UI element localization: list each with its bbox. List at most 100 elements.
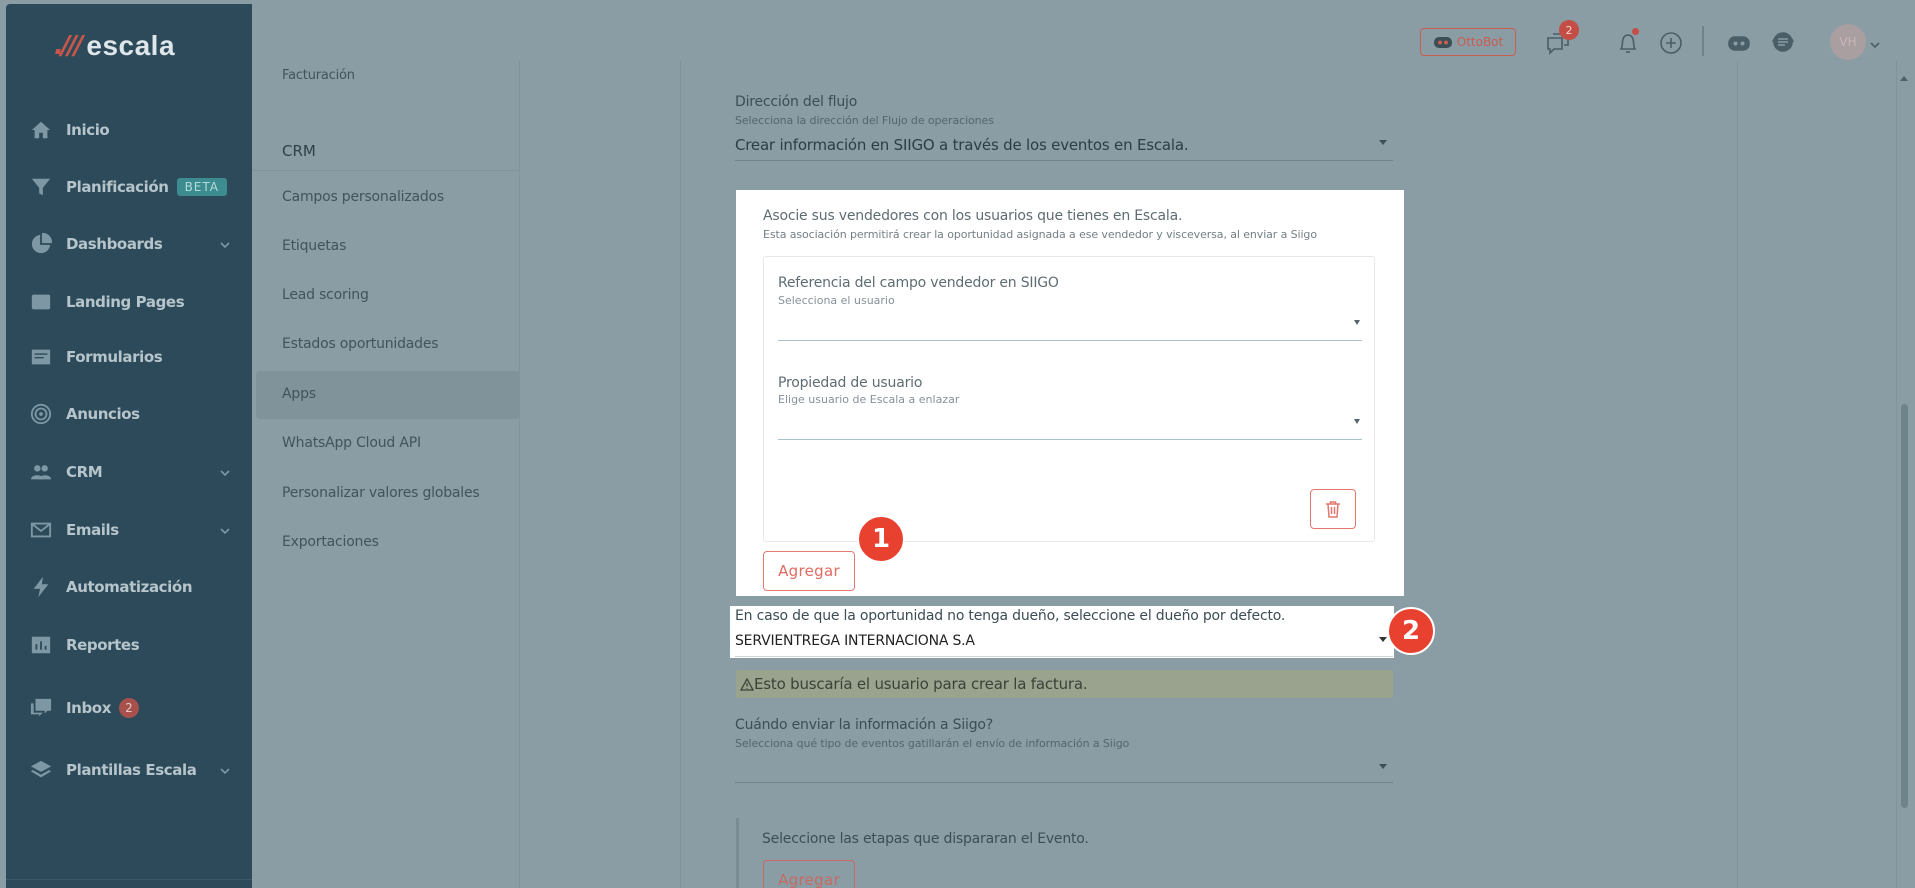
user-property-hint: Elige usuario de Escala a enlazar: [778, 393, 960, 406]
default-owner-label: En caso de que la oportunidad no tenga d…: [735, 608, 1286, 624]
filter-icon: [28, 176, 54, 198]
submenu-item-facturacion[interactable]: Facturación: [282, 68, 355, 83]
chevron-down-icon: [220, 523, 230, 535]
siigo-field-label: Referencia del campo vendedor en SIIGO: [778, 275, 1059, 291]
send-when-select[interactable]: [735, 782, 1393, 783]
plus-circle-icon: [1660, 32, 1682, 54]
bot-button[interactable]: [1724, 28, 1754, 58]
caret-down-icon[interactable]: [1379, 637, 1387, 642]
sellers-association-panel: Asocie sus vendedores con los usuarios q…: [736, 190, 1404, 596]
flow-direction-underline: [735, 160, 1393, 161]
sellers-hint: Esta asociación permitirá crear la oport…: [763, 228, 1317, 241]
sidebar-item-planificacion[interactable]: Planificación BETA: [6, 167, 252, 207]
caret-down-icon[interactable]: [1379, 764, 1387, 769]
send-when-label: Cuándo enviar la información a Siigo?: [735, 717, 994, 733]
submenu-item-personalizar-valores-globales[interactable]: Personalizar valores globales: [282, 485, 480, 501]
delete-mapping-button[interactable]: [1310, 489, 1356, 529]
logo-mark: .///: [54, 31, 83, 61]
chevron-down-icon: [220, 763, 230, 775]
add-stage-button[interactable]: Agregar: [763, 860, 855, 888]
topbar-divider: [1702, 26, 1704, 56]
submenu-item-exportaciones[interactable]: Exportaciones: [282, 534, 379, 550]
siigo-field-hint: Selecciona el usuario: [778, 294, 895, 307]
beta-badge: BETA: [176, 178, 227, 196]
scroll-up-arrow-icon[interactable]: [1900, 76, 1908, 81]
flow-direction-hint: Selecciona la dirección del Flujo de ope…: [735, 114, 994, 127]
submenu-divider: [252, 170, 520, 171]
add-button[interactable]: [1656, 28, 1686, 58]
form-icon: [28, 346, 54, 368]
stages-section-border: [736, 818, 739, 888]
sidebar-item-label: Landing Pages: [66, 293, 185, 311]
submenu-item-apps[interactable]: Apps: [282, 386, 316, 402]
step-2-marker: 2: [1387, 607, 1435, 655]
warning-text: Esto buscaría el usuario para crear la f…: [754, 675, 1088, 693]
home-icon: [28, 119, 54, 141]
submenu-item-campos-personalizados[interactable]: Campos personalizados: [282, 189, 444, 205]
settings-submenu: Facturación CRM Campos personalizados Et…: [252, 60, 520, 888]
sidebar-item-label: Planificación: [66, 178, 169, 196]
chevron-down-icon: [220, 465, 230, 477]
chevron-down-icon: [220, 237, 230, 249]
logo-text: escala: [86, 30, 176, 61]
flow-direction-select-value[interactable]: Crear información en SIIGO a través de l…: [735, 136, 1189, 154]
sidebar-item-label: Automatización: [66, 578, 193, 596]
sidebar-item-label: Inicio: [66, 121, 110, 139]
sidebar-item-label: Emails: [66, 521, 119, 539]
sidebar-item-automatizacion[interactable]: Automatización: [6, 567, 252, 607]
sidebar-item-label: Dashboards: [66, 235, 163, 253]
sidebar-item-anuncios[interactable]: Anuncios: [6, 394, 252, 434]
sidebar-item-formularios[interactable]: Formularios: [6, 337, 252, 377]
target-icon: [28, 403, 54, 425]
people-icon: [28, 461, 54, 483]
sidebar-item-crm[interactable]: CRM: [6, 452, 252, 492]
siigo-field-select[interactable]: [778, 340, 1362, 341]
support-button[interactable]: [1768, 28, 1798, 58]
sidebar-item-landing-pages[interactable]: Landing Pages: [6, 282, 252, 322]
sellers-title: Asocie sus vendedores con los usuarios q…: [763, 208, 1183, 224]
caret-down-icon[interactable]: [1354, 320, 1360, 325]
submenu-item-etiquetas[interactable]: Etiquetas: [282, 238, 346, 254]
landing-page-icon: [28, 291, 54, 313]
inbox-icon: [28, 697, 54, 719]
ottobot-label: OttoBot: [1456, 35, 1504, 49]
sidebar-item-dashboards[interactable]: Dashboards: [6, 224, 252, 264]
chat-count-badge: 2: [1559, 20, 1579, 40]
ottobot-button[interactable]: OttoBot: [1420, 28, 1516, 56]
submenu-item-lead-scoring[interactable]: Lead scoring: [282, 287, 369, 303]
sidebar-item-label: Plantillas Escala: [66, 761, 197, 779]
user-property-select[interactable]: [778, 439, 1362, 440]
default-owner-underline: [735, 656, 1393, 657]
sidebar-item-plantillas-escala[interactable]: Plantillas Escala: [6, 750, 252, 790]
robot-icon: [1728, 36, 1750, 51]
page-scrollbar[interactable]: [1896, 60, 1911, 888]
escala-logo[interactable]: ./// escala: [54, 26, 175, 66]
warning-icon: [740, 677, 754, 691]
sidebar-item-emails[interactable]: Emails: [6, 510, 252, 550]
chevron-down-icon[interactable]: [1870, 37, 1880, 49]
caret-down-icon[interactable]: [1354, 419, 1360, 424]
sidebar-item-label: Inbox: [66, 699, 111, 717]
flow-direction-label: Dirección del flujo: [735, 94, 858, 110]
sidebar-item-reportes[interactable]: Reportes: [6, 625, 252, 665]
user-avatar[interactable]: VH: [1830, 24, 1866, 60]
sidebar-item-inicio[interactable]: Inicio: [6, 110, 252, 150]
report-icon: [28, 634, 54, 656]
submenu-heading-crm: CRM: [282, 142, 316, 160]
mail-icon: [28, 519, 54, 541]
sidebar-item-label: Anuncios: [66, 405, 140, 423]
layers-icon: [28, 759, 54, 781]
scroll-thumb[interactable]: [1901, 404, 1908, 808]
inbox-count-badge: 2: [118, 698, 139, 718]
caret-down-icon[interactable]: [1379, 140, 1387, 145]
sidebar-item-label: CRM: [66, 463, 103, 481]
send-when-hint: Selecciona qué tipo de eventos gatillará…: [735, 737, 1130, 750]
submenu-item-whatsapp-cloud-api[interactable]: WhatsApp Cloud API: [282, 435, 421, 451]
add-mapping-button[interactable]: Agregar: [763, 551, 855, 591]
default-owner-select-value[interactable]: SERVIENTREGA INTERNACIONA S.A: [735, 633, 975, 649]
submenu-item-estados-oportunidades[interactable]: Estados oportunidades: [282, 336, 439, 352]
stages-label: Seleccione las etapas que dispararan el …: [762, 831, 1089, 847]
sidebar-item-inbox[interactable]: Inbox 2: [6, 688, 252, 728]
user-property-label: Propiedad de usuario: [778, 375, 923, 391]
support-chat-icon: [1772, 32, 1794, 52]
